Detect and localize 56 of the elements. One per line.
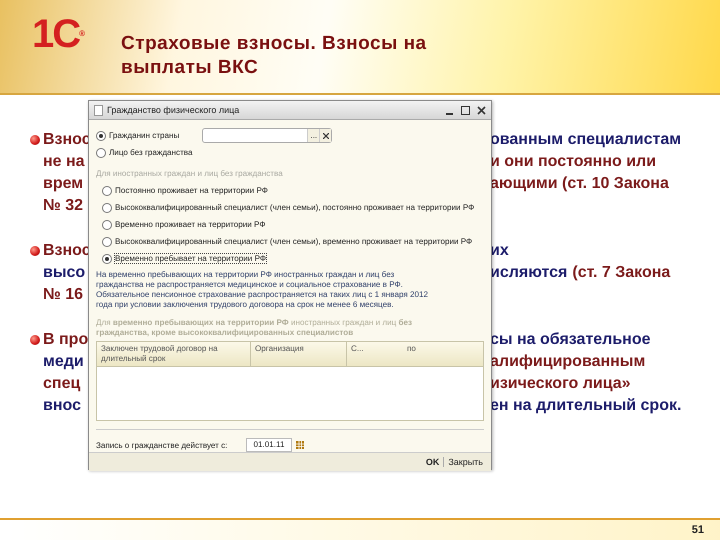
text-fragment: (ст. 7 Закона <box>572 263 670 283</box>
text-fragment: ающими (ст. 10 Закона <box>490 174 669 194</box>
radio-label: Временно проживает на территории РФ <box>115 220 266 229</box>
clear-icon[interactable] <box>319 129 332 142</box>
text-fragment: алифицированным <box>490 352 646 372</box>
document-icon <box>94 104 103 116</box>
table-heading: Для временно пребывающих на территории РФ иностранных граждан и лиц без гражданства, кроме высококвалифицированных специалистов <box>96 318 414 338</box>
text-fragment: меди <box>43 353 84 370</box>
radio-label: Высококвалифицированный специалист (член семьи), постоянно проживает на территории РФ <box>115 203 474 212</box>
radio-button[interactable] <box>102 254 112 264</box>
text-fragment: исляются <box>490 263 568 283</box>
text-fragment: № 16 <box>43 286 84 303</box>
date-field[interactable]: 01.01.11 <box>246 438 292 452</box>
text-fragment: Взнос <box>43 242 91 259</box>
radio-button[interactable] <box>96 148 106 158</box>
radio-label: Постоянно проживает на территории РФ <box>115 186 268 195</box>
ellipsis-icon[interactable]: ... <box>307 129 320 142</box>
text-fragment: В про <box>43 331 88 348</box>
text-fragment: врем <box>43 175 84 192</box>
radio-label: Высококвалифицированный специалист (член семьи), временно проживает на территории РФ <box>115 237 472 246</box>
dialog-button[interactable]: Закрыть <box>444 457 487 467</box>
column-header[interactable]: Организация <box>251 342 347 366</box>
radio-button[interactable] <box>102 202 112 212</box>
column-header[interactable]: С... <box>347 342 403 366</box>
text-fragment: спец <box>43 375 80 392</box>
bullet-icon <box>30 335 40 345</box>
date-label: Запись о гражданстве действует с: <box>96 440 228 450</box>
bullet-icon <box>30 246 40 256</box>
radio-label: Гражданин страны <box>109 131 180 140</box>
text-fragment: внос <box>43 397 81 414</box>
group-heading: Для иностранных граждан и лиц без гражданства <box>96 168 284 180</box>
dialog-button[interactable]: OK <box>422 457 444 467</box>
column-header[interactable]: Заключен трудовой договор на длительный срок <box>97 342 251 366</box>
radio-label: Лицо без гражданства <box>109 148 192 157</box>
text-fragment: № 32 <box>43 197 84 214</box>
radio-label: Временно пребывает на территории РФ <box>115 254 266 263</box>
page-number: 51 <box>692 524 704 536</box>
info-note: На временно пребывающих на территории РФ иностранных граждан и лиц без гражданства не распространяется медицинское и социальное страхование в РФ. Обязательное пенсионное страхование распространяется на таких лиц с 1 января 2012 года при условии заключения трудового договора на срок не менее 6 месяцев. <box>96 270 430 310</box>
window-title: Гражданство физического лица <box>107 105 240 115</box>
text-fragment: высо <box>43 264 86 281</box>
text-fragment: Взнос <box>43 131 91 148</box>
radio-button[interactable] <box>102 220 112 230</box>
radio-button[interactable] <box>102 186 112 196</box>
slide-title: Страховые взносы. Взносы на выплаты ВКС <box>121 32 428 80</box>
logo: 1С$^{®}$ <box>32 12 86 56</box>
radio-button[interactable] <box>96 130 106 140</box>
maximize-icon[interactable] <box>461 106 470 114</box>
text-fragment: не на <box>43 153 85 170</box>
column-header[interactable]: по <box>403 342 483 366</box>
radio-button[interactable] <box>102 236 112 246</box>
text-fragment: изического лица» <box>490 374 631 394</box>
text-fragment: ованным специалистам <box>490 130 682 150</box>
country-field[interactable]: ... <box>202 128 332 143</box>
bullet-icon <box>30 135 40 145</box>
calendar-icon[interactable] <box>296 441 304 449</box>
close-icon[interactable] <box>477 106 486 114</box>
